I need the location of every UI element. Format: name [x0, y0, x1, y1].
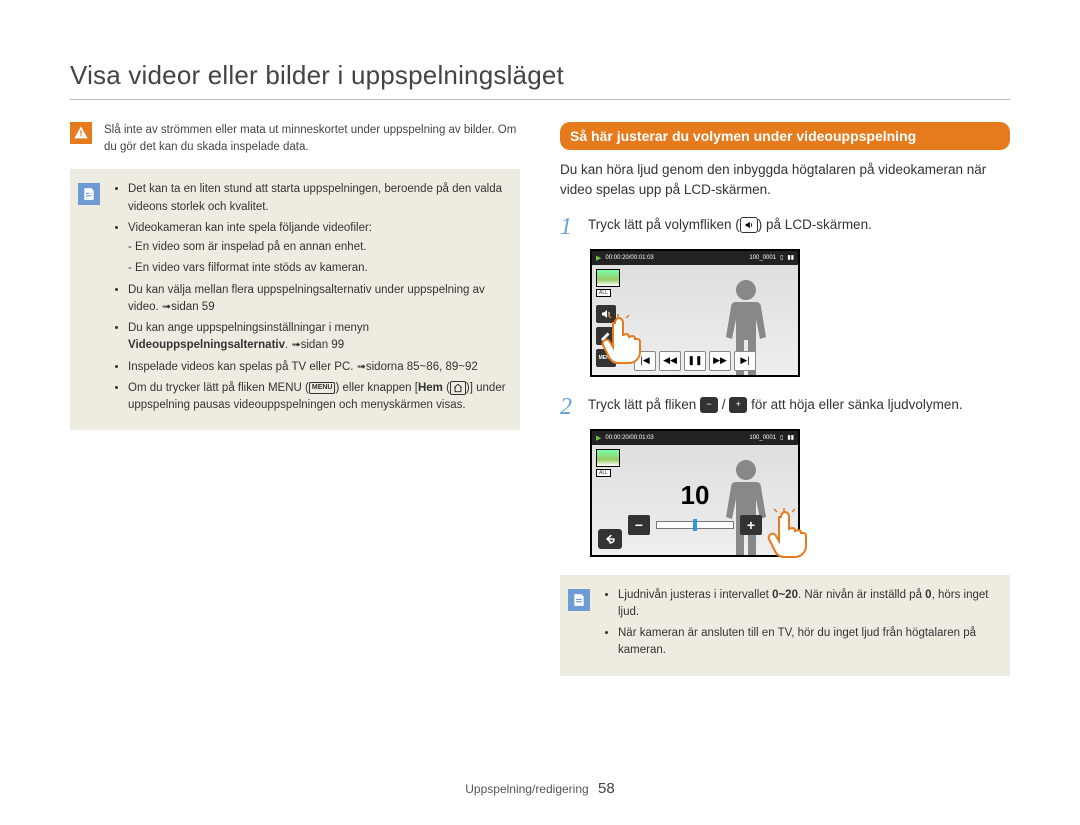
lcd-screenshot-1: ▶ 00:00:20/00:01:03 100_0001 ▯ ▮▮ ALL ME… — [590, 249, 800, 377]
lcd-topbar: ▶ 00:00:20/00:01:03 100_0001 ▯ ▮▮ — [592, 431, 798, 445]
info-subitem: En video som är inspelad på en annan enh… — [128, 239, 508, 256]
info-item: Det kan ta en liten stund att starta upp… — [128, 181, 508, 216]
step-1: 1 Tryck lätt på volymfliken () på LCD-sk… — [560, 215, 1010, 239]
page-footer: Uppspelning/redigering 58 — [0, 780, 1080, 797]
section-header: Så här justerar du volymen under videoup… — [560, 122, 1010, 150]
lcd-clipname: 100_0001 — [749, 255, 776, 261]
plus-icon: + — [729, 397, 747, 413]
left-column: Slå inte av strömmen eller mata ut minne… — [70, 122, 520, 676]
info-item: Om du trycker lätt på fliken MENU (MENU)… — [128, 380, 508, 415]
lcd-clipname: 100_0001 — [749, 435, 776, 441]
volume-bar: − + — [628, 515, 762, 535]
info-item: Ljudnivån justeras i intervallet 0~20. N… — [618, 587, 998, 622]
step-number: 1 — [560, 215, 578, 239]
lcd-screenshot-2: ▶ 00:00:20/00:01:03 100_0001 ▯ ▮▮ ALL 10… — [590, 429, 800, 557]
menu-chip-icon: MENU — [309, 382, 336, 395]
info-box-left: Det kan ta en liten stund att starta upp… — [70, 169, 520, 430]
two-column-layout: Slå inte av strömmen eller mata ut minne… — [70, 122, 1010, 676]
lcd-timecode: 00:00:20/00:01:03 — [605, 255, 653, 261]
tap-gesture-icon — [600, 313, 644, 365]
step-number: 2 — [560, 395, 578, 419]
battery-icon: ▮▮ — [787, 254, 794, 261]
step-text: Tryck lätt på volymfliken () på LCD-skär… — [588, 215, 872, 235]
manual-page: Visa videor eller bilder i uppspelningsl… — [0, 0, 1080, 825]
warning-icon — [70, 122, 92, 144]
all-tag: ALL — [596, 289, 611, 297]
play-indicator-icon: ▶ — [596, 254, 601, 262]
tap-gesture-icon — [766, 507, 810, 559]
intro-paragraph: Du kan höra ljud genom den inbyggda högt… — [560, 160, 1010, 201]
rewind-button[interactable]: ◀◀ — [659, 351, 681, 371]
minus-icon: − — [700, 397, 718, 413]
speaker-icon — [740, 217, 758, 233]
battery-icon: ▮▮ — [787, 434, 794, 441]
warning-text: Slå inte av strömmen eller mata ut minne… — [104, 122, 520, 155]
info-icon — [78, 183, 100, 205]
info-list-right: Ljudnivån justeras i intervallet 0~20. N… — [600, 587, 998, 664]
play-indicator-icon: ▶ — [596, 434, 601, 442]
lcd-timecode: 00:00:20/00:01:03 — [605, 435, 653, 441]
info-item: Du kan ange uppspelningsinställningar i … — [128, 320, 508, 355]
info-subitem: En video vars filformat inte stöds av ka… — [128, 260, 508, 277]
info-item: Du kan välja mellan flera uppspelningsal… — [128, 282, 508, 317]
thumbnail-icon — [596, 269, 620, 287]
all-tag: ALL — [596, 469, 611, 477]
volume-up-button[interactable]: + — [740, 515, 762, 535]
info-list-left: Det kan ta en liten stund att starta upp… — [110, 181, 508, 418]
lcd-topbar: ▶ 00:00:20/00:01:03 100_0001 ▯ ▮▮ — [592, 251, 798, 265]
step-text: Tryck lätt på fliken − / + för att höja … — [588, 395, 963, 415]
volume-handle[interactable] — [693, 519, 697, 531]
sd-icon: ▯ — [780, 254, 783, 261]
right-column: Så här justerar du volymen under videoup… — [560, 122, 1010, 676]
transport-controls: |◀ ◀◀ ❚❚ ▶▶ ▶| — [634, 351, 756, 371]
volume-down-button[interactable]: − — [628, 515, 650, 535]
volume-track[interactable] — [656, 521, 734, 529]
sd-icon: ▯ — [780, 434, 783, 441]
pause-button[interactable]: ❚❚ — [684, 351, 706, 371]
home-icon — [450, 381, 466, 395]
info-item: När kameran är ansluten till en TV, hör … — [618, 625, 998, 660]
info-item: Videokameran kan inte spela följande vid… — [128, 220, 508, 278]
info-icon — [568, 589, 590, 611]
info-item: Inspelade videos kan spelas på TV eller … — [128, 359, 508, 376]
warning-row: Slå inte av strömmen eller mata ut minne… — [70, 122, 520, 155]
page-title: Visa videor eller bilder i uppspelningsl… — [70, 60, 1010, 91]
page-number: 58 — [598, 780, 615, 797]
title-rule — [70, 99, 1010, 100]
step-2: 2 Tryck lätt på fliken − / + för att höj… — [560, 395, 1010, 419]
forward-button[interactable]: ▶▶ — [709, 351, 731, 371]
thumbnail-icon — [596, 449, 620, 467]
back-button[interactable] — [598, 529, 622, 549]
info-box-right: Ljudnivån justeras i intervallet 0~20. N… — [560, 575, 1010, 676]
next-button[interactable]: ▶| — [734, 351, 756, 371]
footer-section: Uppspelning/redigering — [465, 782, 588, 796]
